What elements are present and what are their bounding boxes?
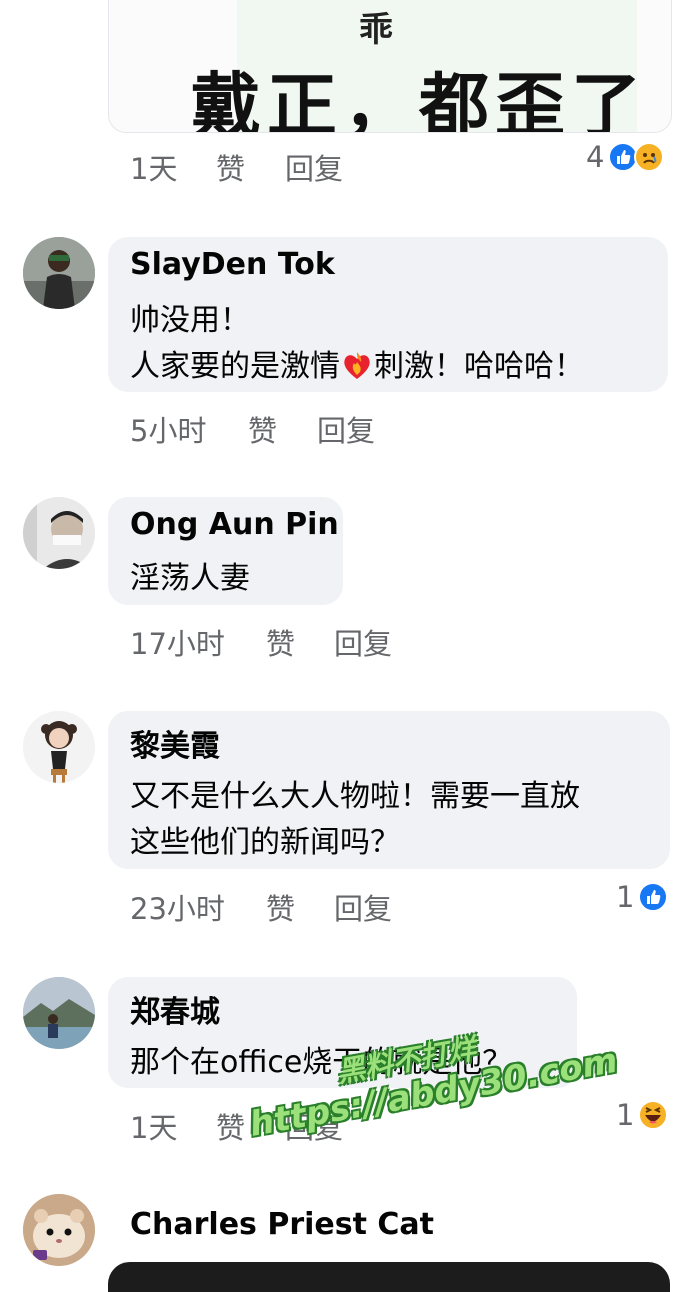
- comment-image[interactable]: 乖 戴正，都歪了: [108, 0, 672, 133]
- like-link[interactable]: 赞: [266, 886, 295, 928]
- like-link[interactable]: 赞: [216, 146, 245, 188]
- avatar[interactable]: [23, 497, 95, 569]
- reaction-count: 4: [586, 140, 605, 174]
- comment-time: 23小时: [130, 892, 225, 926]
- like-link[interactable]: 赞: [266, 621, 295, 663]
- comment-text-segment: 人家要的是激情: [130, 349, 340, 384]
- comment-image[interactable]: [108, 1262, 670, 1292]
- avatar[interactable]: [23, 711, 95, 783]
- comment-bubble: Ong Aun Pin 淫荡人妻: [108, 497, 343, 605]
- comment-text-line: 人家要的是激情 刺激！哈哈哈！: [130, 341, 584, 385]
- reply-link[interactable]: 回复: [285, 1105, 343, 1147]
- reaction-summary[interactable]: 1: [616, 880, 676, 914]
- comment-author[interactable]: Ong Aun Pin: [130, 507, 339, 542]
- comment-time: 5小时: [130, 414, 207, 448]
- reaction-summary[interactable]: 1: [616, 1098, 676, 1132]
- like-link[interactable]: 赞: [216, 1105, 245, 1147]
- image-small-text: 乖: [359, 10, 393, 50]
- image-caption-text: 戴正，都歪了: [191, 65, 647, 133]
- sad-icon: [634, 142, 664, 172]
- comment-text-segment: 刺激！哈哈哈！: [374, 349, 584, 384]
- avatar[interactable]: [23, 237, 95, 309]
- reaction-summary[interactable]: 4: [586, 140, 676, 174]
- comment-author[interactable]: SlayDen Tok: [130, 247, 335, 282]
- like-icon: [638, 882, 668, 912]
- reply-link[interactable]: 回复: [317, 408, 375, 450]
- reaction-count: 1: [616, 1098, 635, 1132]
- comment-author[interactable]: Charles Priest Cat: [130, 1207, 434, 1242]
- comment-text-line: 帅没用！: [130, 303, 250, 338]
- reply-link[interactable]: 回复: [334, 621, 392, 663]
- reply-link[interactable]: 回复: [334, 886, 392, 928]
- avatar[interactable]: [23, 1194, 95, 1266]
- comment-text-line: 这些他们的新闻吗？: [130, 825, 400, 860]
- comment-bubble: SlayDen Tok 帅没用！ 人家要的是激情 刺激！哈哈哈！: [108, 237, 668, 392]
- comment-text-line: 淫荡人妻: [130, 561, 250, 596]
- comment-time: 17小时: [130, 627, 225, 661]
- comment-author[interactable]: 郑春城: [130, 987, 220, 1031]
- avatar[interactable]: [23, 977, 95, 1049]
- comment-time: 1天: [130, 1111, 178, 1145]
- reaction-count: 1: [616, 880, 635, 914]
- reply-link[interactable]: 回复: [285, 146, 343, 188]
- comment-text-line: 又不是什么大人物啦！需要一直放: [130, 779, 580, 814]
- like-link[interactable]: 赞: [248, 408, 277, 450]
- heart-on-fire-icon: [344, 352, 370, 379]
- comment-bubble: 黎美霞 又不是什么大人物啦！需要一直放 这些他们的新闻吗？: [108, 711, 670, 869]
- comment-text-line: 那个在office烧干的就是他？: [130, 1045, 513, 1080]
- comment-author[interactable]: 黎美霞: [130, 721, 220, 765]
- comment-time: 1天: [130, 152, 178, 186]
- comment-bubble: 郑春城 那个在office烧干的就是他？: [108, 977, 577, 1088]
- haha-icon: [638, 1100, 668, 1130]
